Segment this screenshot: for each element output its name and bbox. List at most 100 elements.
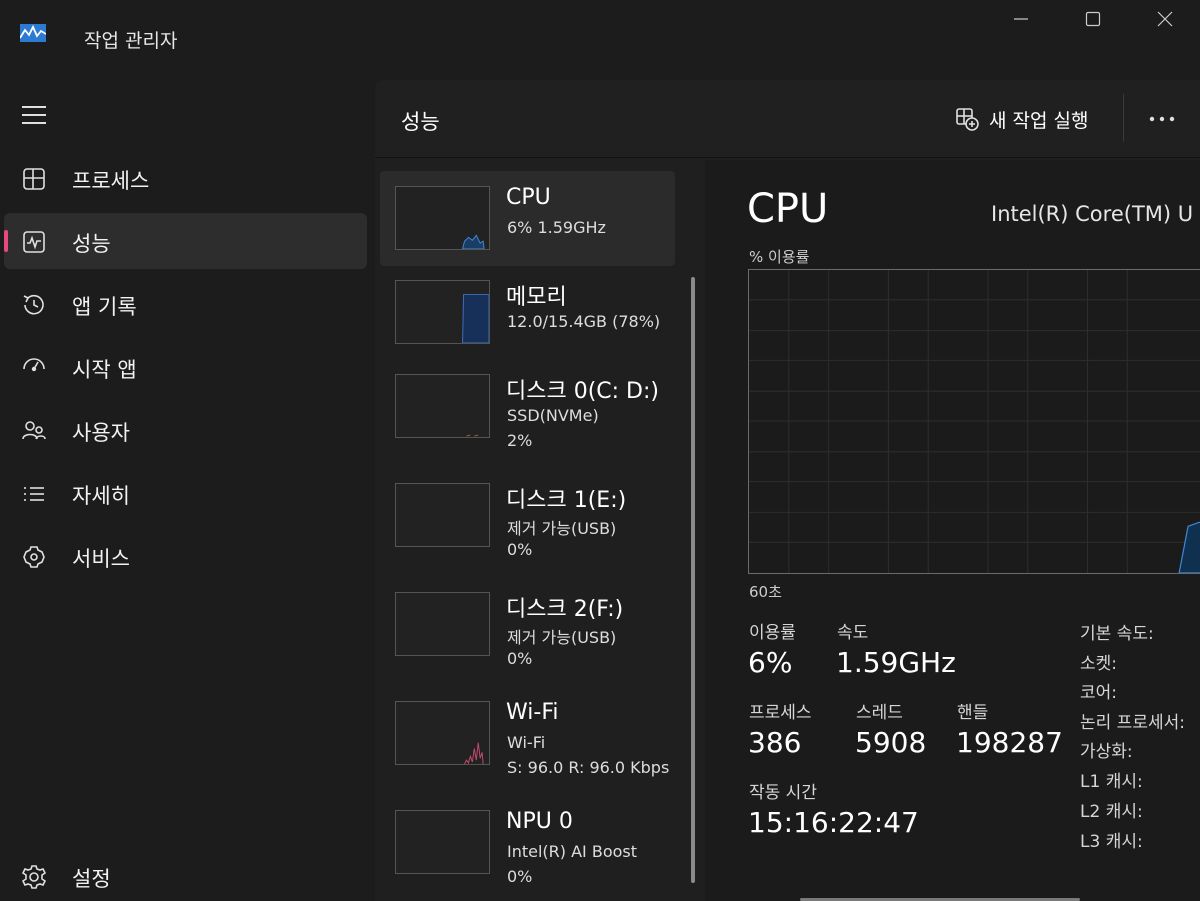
spec-base-speed-label: 기본 속도:	[1080, 624, 1154, 644]
sidebar-item-label: 설정	[72, 867, 111, 891]
cpu-mini-graph	[395, 186, 490, 250]
speed-value: 1.59GHz	[836, 646, 956, 679]
utilization-value: 6%	[748, 646, 793, 679]
uptime-label: 작동 시간	[749, 783, 817, 803]
sidebar-item-performance[interactable]: 성능	[4, 213, 367, 269]
detail-title: CPU	[747, 186, 829, 232]
maximize-button[interactable]	[1070, 8, 1116, 30]
more-icon	[1149, 116, 1175, 122]
sidebar-item-label: 앱 기록	[72, 295, 137, 319]
device-detail: 제거 가능(USB)	[507, 519, 617, 538]
device-item-wifi[interactable]: Wi-Fi Wi-Fi S: 96.0 R: 96.0 Kbps	[380, 686, 675, 781]
speed-label: 속도	[837, 623, 869, 643]
device-detail: 12.0/15.4GB (78%)	[507, 312, 661, 331]
device-item-cpu[interactable]: CPU 6% 1.59GHz	[380, 171, 675, 266]
hamburger-menu-icon[interactable]	[22, 104, 46, 126]
device-item-disk-1[interactable]: 디스크 1(E:) 제거 가능(USB) 0%	[380, 468, 675, 563]
new-task-icon	[956, 108, 979, 131]
header-divider	[1123, 94, 1124, 142]
device-detail: Intel(R) AI Boost	[507, 842, 638, 861]
utilization-label: 이용률	[749, 623, 796, 643]
gear-icon	[20, 863, 48, 891]
spec-l2-cache-label: L2 캐시:	[1080, 802, 1143, 822]
startup-icon	[20, 354, 48, 382]
memory-mini-graph	[395, 280, 490, 344]
device-usage: S: 96.0 R: 96.0 Kbps	[507, 758, 670, 777]
device-item-disk-2[interactable]: 디스크 2(F:) 제거 가능(USB) 0%	[380, 577, 675, 672]
minimize-icon	[1014, 18, 1028, 20]
handles-label: 핸들	[957, 703, 989, 723]
handles-value: 198287	[956, 726, 1063, 759]
processes-icon	[20, 165, 48, 193]
sidebar-item-details[interactable]: 자세히	[4, 465, 367, 521]
sidebar-item-label: 성능	[72, 232, 111, 256]
run-new-task-label: 새 작업 실행	[989, 109, 1089, 132]
users-icon	[20, 417, 48, 445]
device-name: 디스크 2(F:)	[506, 597, 624, 622]
device-usage: 0%	[507, 867, 533, 886]
spec-virtualization-label: 가상화:	[1080, 742, 1133, 762]
disk-1-mini-graph	[395, 483, 490, 547]
spec-cores-label: 코어:	[1080, 683, 1118, 703]
cpu-detail-pane: CPU Intel(R) Core(TM) U % 이용률 60초 이용률 6%…	[705, 160, 1200, 901]
page-title: 성능	[401, 110, 440, 134]
device-item-disk-0[interactable]: 디스크 0(C: D:) SSD(NVMe) 2%	[380, 359, 675, 454]
cpu-utilization-graph	[748, 269, 1200, 574]
processes-value: 386	[748, 726, 802, 759]
sidebar-item-settings[interactable]: 설정	[4, 848, 367, 901]
threads-label: 스레드	[856, 703, 903, 723]
sidebar-item-startup[interactable]: 시작 앱	[4, 339, 367, 395]
page-header: 성능 새 작업 실행	[375, 80, 1200, 158]
close-button[interactable]	[1142, 8, 1188, 30]
sidebar-item-processes[interactable]: 프로세스	[4, 150, 367, 206]
disk-2-mini-graph	[395, 592, 490, 656]
task-manager-icon	[20, 24, 46, 42]
device-name: CPU	[506, 185, 551, 210]
npu-mini-graph	[395, 810, 490, 874]
sidebar-item-users[interactable]: 사용자	[4, 402, 367, 458]
device-detail: 제거 가능(USB)	[507, 628, 617, 647]
threads-value: 5908	[855, 726, 927, 759]
sidebar-item-label: 사용자	[72, 421, 130, 445]
title-bar: 작업 관리자	[0, 0, 1200, 72]
main-panel: 성능 새 작업 실행 CPU 6% 1.59GHz 메모리 12.0/15.4G…	[375, 80, 1200, 901]
device-detail: SSD(NVMe)	[507, 406, 599, 425]
cpu-model-name: Intel(R) Core(TM) U	[991, 202, 1194, 226]
minimize-button[interactable]	[998, 8, 1044, 30]
sidebar-item-app-history[interactable]: 앱 기록	[4, 276, 367, 332]
services-icon	[20, 543, 48, 571]
device-detail: 6% 1.59GHz	[507, 218, 606, 237]
sidebar-item-label: 서비스	[72, 547, 130, 571]
spec-l3-cache-label: L3 캐시:	[1080, 832, 1143, 852]
uptime-value: 15:16:22:47	[748, 806, 919, 839]
device-name: Wi-Fi	[506, 700, 559, 725]
sidebar-item-label: 프로세스	[72, 169, 150, 193]
device-item-memory[interactable]: 메모리 12.0/15.4GB (78%)	[380, 265, 675, 360]
device-item-npu[interactable]: NPU 0 Intel(R) AI Boost 0%	[380, 795, 675, 890]
performance-icon	[20, 228, 48, 256]
device-name: 디스크 1(E:)	[506, 488, 627, 513]
maximize-icon	[1085, 11, 1101, 27]
sidebar-item-label: 시작 앱	[72, 358, 137, 382]
window-title: 작업 관리자	[84, 30, 178, 52]
sidebar-item-label: 자세히	[72, 484, 130, 508]
device-detail: Wi-Fi	[507, 733, 546, 752]
active-indicator	[4, 230, 8, 252]
spec-sockets-label: 소켓:	[1080, 654, 1118, 674]
more-options-button[interactable]	[1145, 104, 1179, 134]
close-icon	[1157, 11, 1173, 27]
sidebar-item-services[interactable]: 서비스	[4, 528, 367, 584]
run-new-task-button[interactable]: 새 작업 실행	[955, 102, 1088, 136]
spec-l1-cache-label: L1 캐시:	[1080, 772, 1143, 792]
spec-logical-processors-label: 논리 프로세서:	[1080, 713, 1185, 733]
time-axis-label: 60초	[749, 583, 782, 601]
device-list: CPU 6% 1.59GHz 메모리 12.0/15.4GB (78%) 디스크…	[375, 160, 705, 901]
device-list-scrollbar[interactable]	[691, 277, 695, 883]
history-icon	[20, 291, 48, 319]
utilization-axis-label: % 이용률	[749, 248, 810, 266]
processes-label: 프로세스	[749, 703, 812, 723]
device-usage: 0%	[507, 649, 533, 668]
disk-0-mini-graph	[395, 374, 490, 438]
device-name: NPU 0	[506, 809, 573, 834]
wifi-mini-graph	[395, 701, 490, 765]
